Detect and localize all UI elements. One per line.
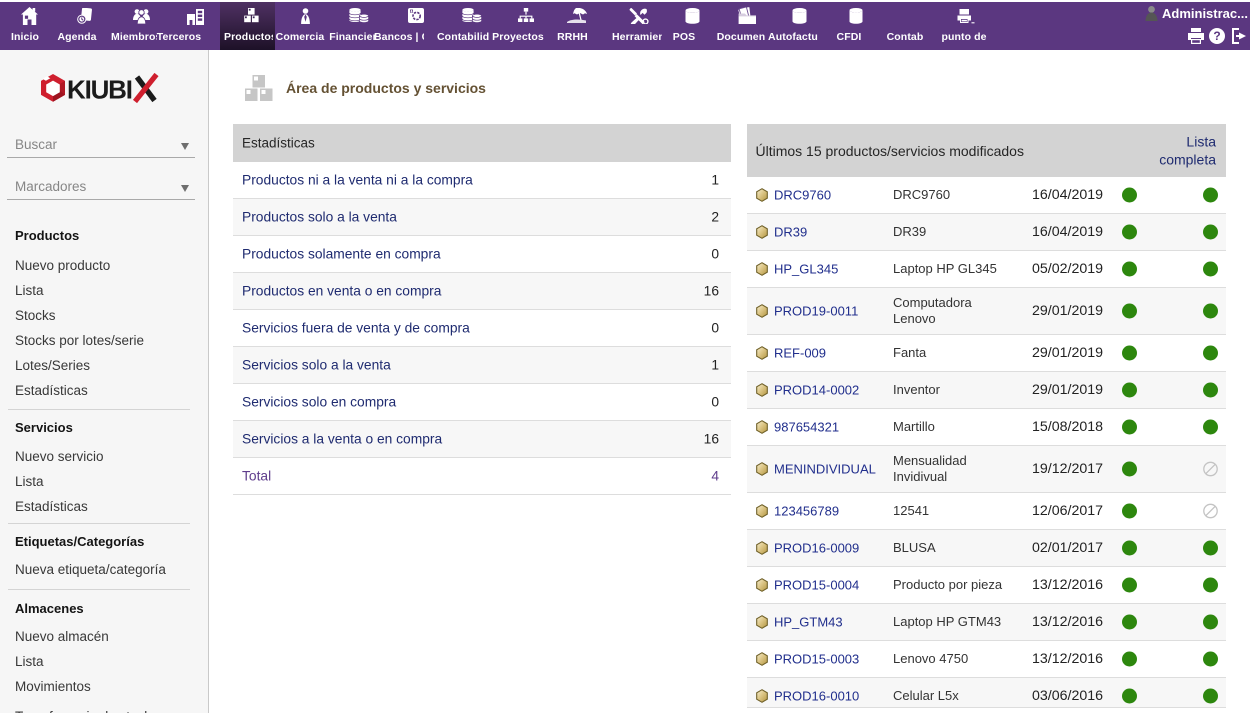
svg-text:KIUBI: KIUBI: [67, 75, 132, 105]
svg-text:?: ?: [1213, 29, 1220, 43]
